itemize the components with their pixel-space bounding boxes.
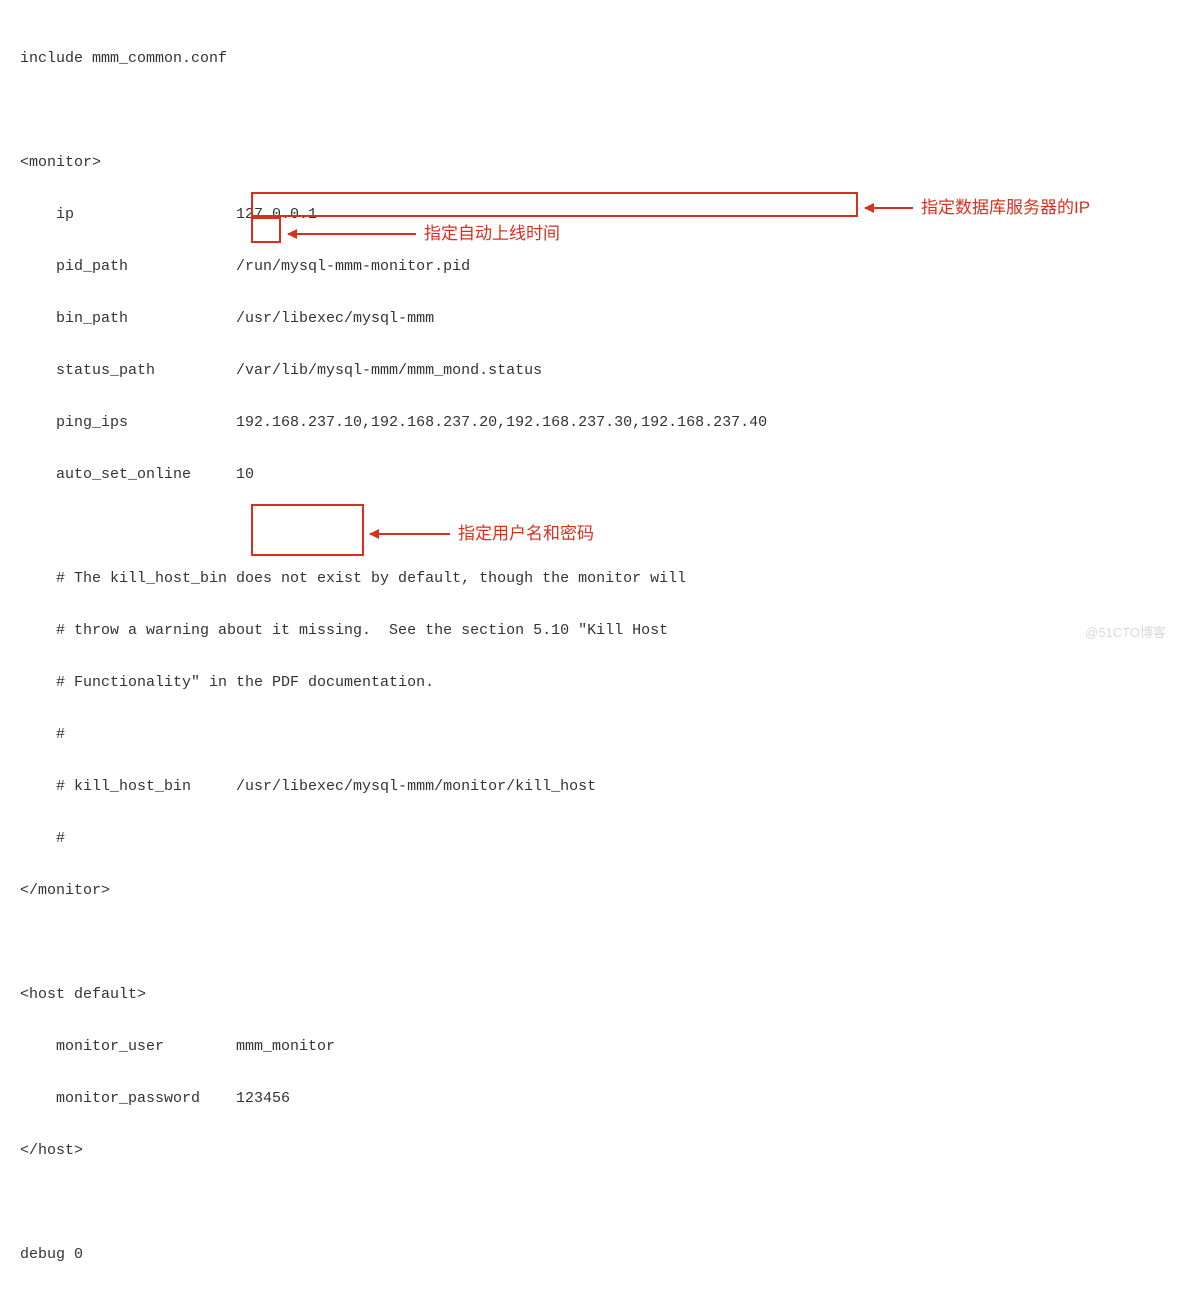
code-line: # throw a warning about it missing. See … — [20, 618, 1158, 644]
code-line — [20, 98, 1158, 124]
code-line — [20, 514, 1158, 540]
code-line: bin_path /usr/libexec/mysql-mmm — [20, 306, 1158, 332]
code-line: pid_path /run/mysql-mmm-monitor.pid — [20, 254, 1158, 280]
code-line: <monitor> — [20, 150, 1158, 176]
config-code-block: include mmm_common.conf <monitor> ip 127… — [20, 20, 1158, 1294]
code-line: # The kill_host_bin does not exist by de… — [20, 566, 1158, 592]
code-line: monitor_user mmm_monitor — [20, 1034, 1158, 1060]
code-line: <host default> — [20, 982, 1158, 1008]
code-line: # Functionality" in the PDF documentatio… — [20, 670, 1158, 696]
code-line: # kill_host_bin /usr/libexec/mysql-mmm/m… — [20, 774, 1158, 800]
code-line — [20, 1190, 1158, 1216]
code-line: monitor_password 123456 — [20, 1086, 1158, 1112]
code-line: debug 0 — [20, 1242, 1158, 1268]
code-line: include mmm_common.conf — [20, 46, 1158, 72]
code-line: auto_set_online 10 — [20, 462, 1158, 488]
code-line: status_path /var/lib/mysql-mmm/mmm_mond.… — [20, 358, 1158, 384]
code-line: </host> — [20, 1138, 1158, 1164]
code-line: </monitor> — [20, 878, 1158, 904]
code-line: ping_ips 192.168.237.10,192.168.237.20,1… — [20, 410, 1158, 436]
code-line — [20, 930, 1158, 956]
code-line: # — [20, 826, 1158, 852]
code-line: # — [20, 722, 1158, 748]
code-line: ip 127.0.0.1 — [20, 202, 1158, 228]
